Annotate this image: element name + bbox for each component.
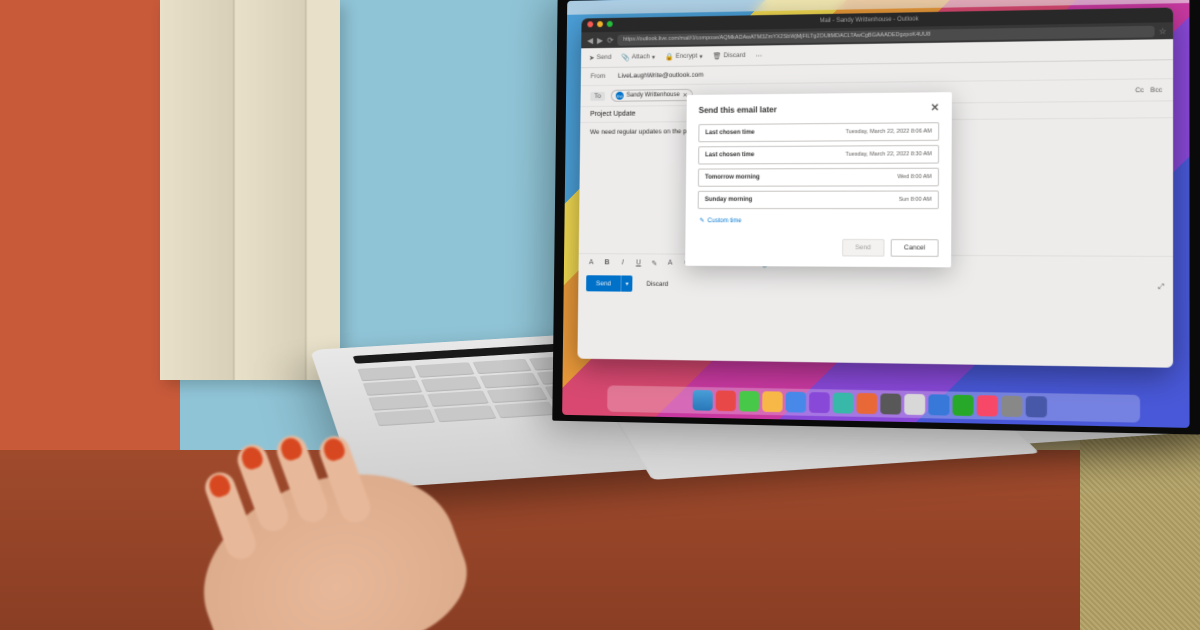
app-icon[interactable] xyxy=(1001,396,1022,417)
app-icon[interactable] xyxy=(856,393,877,414)
option-value: Wed 8:00 AM xyxy=(897,174,931,180)
file-binder xyxy=(160,0,340,380)
option-value: Tuesday, March 22, 2022 8:30 AM xyxy=(845,151,931,158)
custom-time-link[interactable]: ✎ Custom time xyxy=(697,213,938,229)
app-icon[interactable] xyxy=(832,393,853,414)
modal-send-button[interactable]: Send xyxy=(842,239,885,257)
time-option-0[interactable]: Last chosen time Tuesday, March 22, 2022… xyxy=(698,122,939,142)
time-option-1[interactable]: Last chosen time Tuesday, March 22, 2022… xyxy=(698,145,939,165)
schedule-send-modal: Send this email later ✕ Last chosen time… xyxy=(685,92,952,267)
time-option-2[interactable]: Tomorrow morning Wed 8:00 AM xyxy=(698,168,939,187)
pencil-icon: ✎ xyxy=(700,217,705,224)
option-label: Tomorrow morning xyxy=(705,174,760,180)
app-icon[interactable] xyxy=(904,394,925,415)
option-label: Sunday morning xyxy=(705,197,753,203)
app-icon[interactable] xyxy=(762,391,783,412)
app-icon[interactable] xyxy=(880,393,901,414)
app-icon[interactable] xyxy=(738,391,758,412)
photo-scene: Mail - Sandy Writtenhouse - Outlook ◀ ▶ … xyxy=(0,0,1200,630)
laptop-screen: Mail - Sandy Writtenhouse - Outlook ◀ ▶ … xyxy=(552,0,1200,435)
custom-time-label: Custom time xyxy=(708,218,742,224)
app-icon[interactable] xyxy=(952,395,973,416)
finder-icon[interactable] xyxy=(692,390,712,411)
app-icon[interactable] xyxy=(928,394,949,415)
app-icon[interactable] xyxy=(785,392,806,413)
app-icon[interactable] xyxy=(809,392,830,413)
option-value: Sun 8:00 AM xyxy=(899,197,932,203)
trash-icon[interactable] xyxy=(1025,396,1046,418)
macos-dock[interactable] xyxy=(607,385,1140,422)
option-label: Last chosen time xyxy=(705,130,754,136)
app-icon[interactable] xyxy=(715,390,735,411)
modal-title: Send this email later xyxy=(699,105,777,115)
app-icon[interactable] xyxy=(976,395,997,416)
desk-surface xyxy=(0,450,1200,630)
modal-cancel-button[interactable]: Cancel xyxy=(890,239,938,257)
time-option-3[interactable]: Sunday morning Sun 8:00 AM xyxy=(698,190,939,209)
outlook-window: Mail - Sandy Writtenhouse - Outlook ◀ ▶ … xyxy=(577,8,1173,368)
close-icon[interactable]: ✕ xyxy=(931,103,940,114)
option-label: Last chosen time xyxy=(705,152,754,158)
option-value: Tuesday, March 22, 2022 8:06 AM xyxy=(846,128,932,135)
